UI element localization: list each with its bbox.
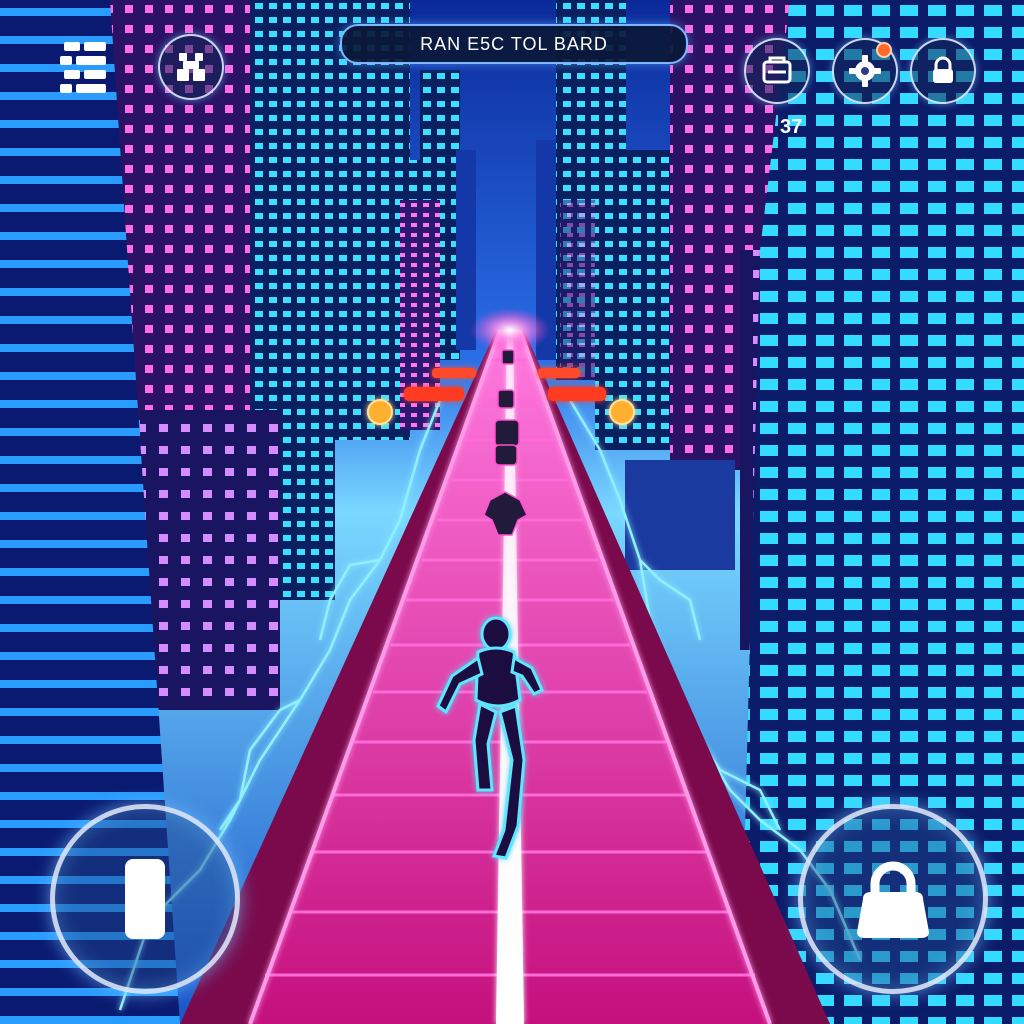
shop-icon [762,56,792,84]
barrier-right-upper [538,368,580,378]
shop-button[interactable] [744,38,810,104]
barrier-left-upper [432,368,476,378]
lock-icon [933,56,953,83]
character-badge-icon [177,53,205,81]
notification-dot [876,42,892,58]
settings-gear-icon [849,55,881,87]
enemy-robot [501,349,515,365]
lock-control-button[interactable] [798,804,988,994]
vanishing-glow [470,308,550,352]
enemy-robot [497,389,515,409]
barrier-left-lower [404,387,464,401]
character-button[interactable] [158,34,224,100]
menu-grid-icon [60,42,106,93]
enemy-robot [494,444,518,466]
lock-button[interactable] [910,38,976,104]
slide-icon [125,859,165,939]
barrier-right-lower [548,387,606,401]
level-title-bar: RAN E5C TOL BARD [340,24,688,64]
menu-button[interactable] [58,36,114,96]
score-counter: 37 [780,116,803,138]
lock-icon [857,861,929,938]
settings-button[interactable] [832,38,898,104]
slide-control-button[interactable] [50,804,240,994]
coin-left [367,399,393,425]
level-title: RAN E5C TOL BARD [420,33,608,54]
coin-right [609,399,635,425]
enemy-robot [494,419,520,447]
